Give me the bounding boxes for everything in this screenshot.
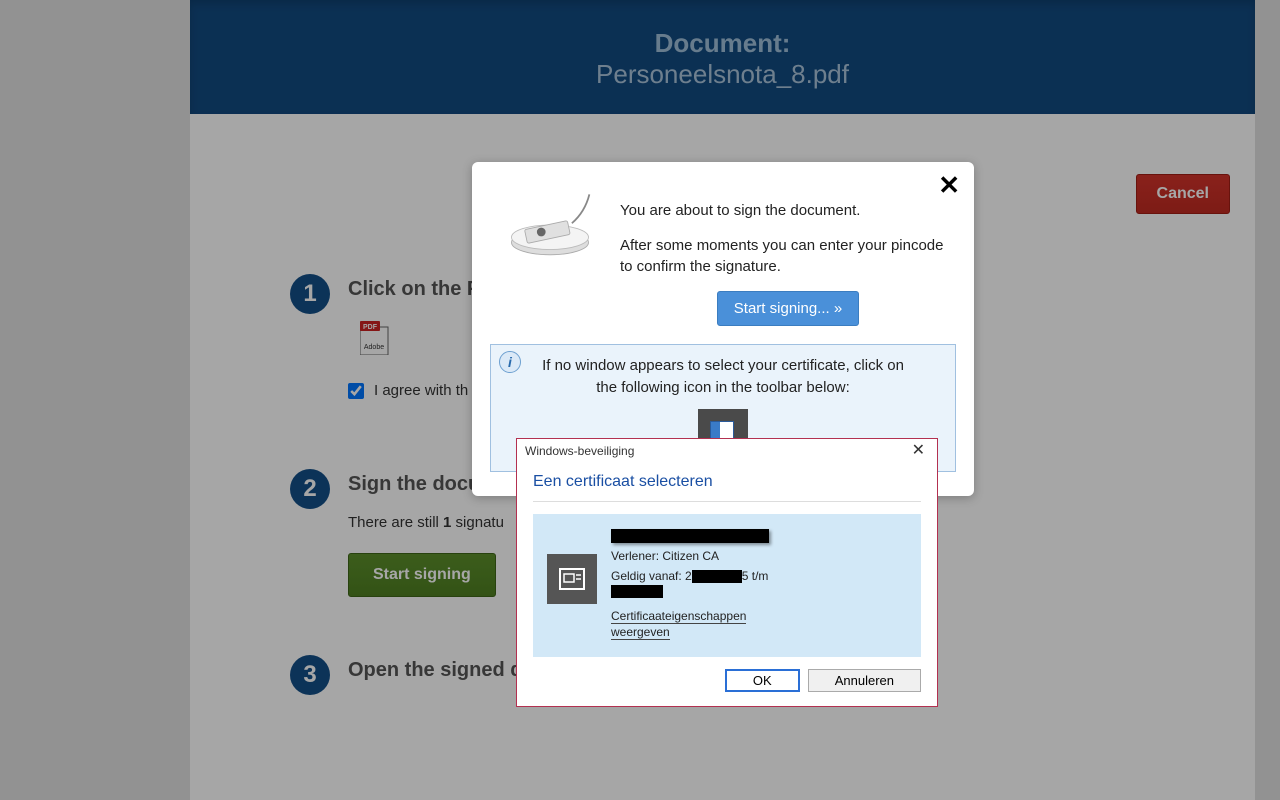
dialog-text-2: After some moments you can enter your pi… — [620, 235, 956, 277]
certificate-card[interactable]: Verlener: Citizen CA Geldig vanaf: 25 t/… — [533, 514, 921, 657]
windows-dialog-title: Windows-beveiliging — [525, 444, 634, 458]
card-reader-icon — [505, 190, 595, 260]
redacted-date-to — [611, 585, 663, 598]
issuer-row: Verlener: Citizen CA — [611, 549, 769, 563]
annuleren-button[interactable]: Annuleren — [808, 669, 921, 692]
redacted-name — [611, 529, 769, 543]
start-signing-dialog-button[interactable]: Start signing... » — [717, 291, 859, 326]
windows-close-icon[interactable]: ✕ — [908, 443, 929, 459]
dialog-text-1: You are about to sign the document. — [620, 200, 956, 221]
close-icon[interactable]: ✕ — [938, 172, 960, 198]
certificate-properties-link[interactable]: Certificaateigenschappenweergeven — [611, 608, 769, 640]
ok-button[interactable]: OK — [725, 669, 800, 692]
windows-security-dialog: Windows-beveiliging ✕ Een certificaat se… — [516, 438, 938, 707]
validity-row: Geldig vanaf: 25 t/m — [611, 569, 769, 598]
smartcard-icon — [547, 554, 597, 604]
divider — [533, 501, 921, 502]
info-text: If no window appears to select your cert… — [505, 355, 941, 399]
info-icon: i — [499, 351, 521, 373]
certificate-select-title: Een certificaat selecteren — [533, 473, 921, 491]
redacted-date-from — [692, 570, 742, 583]
